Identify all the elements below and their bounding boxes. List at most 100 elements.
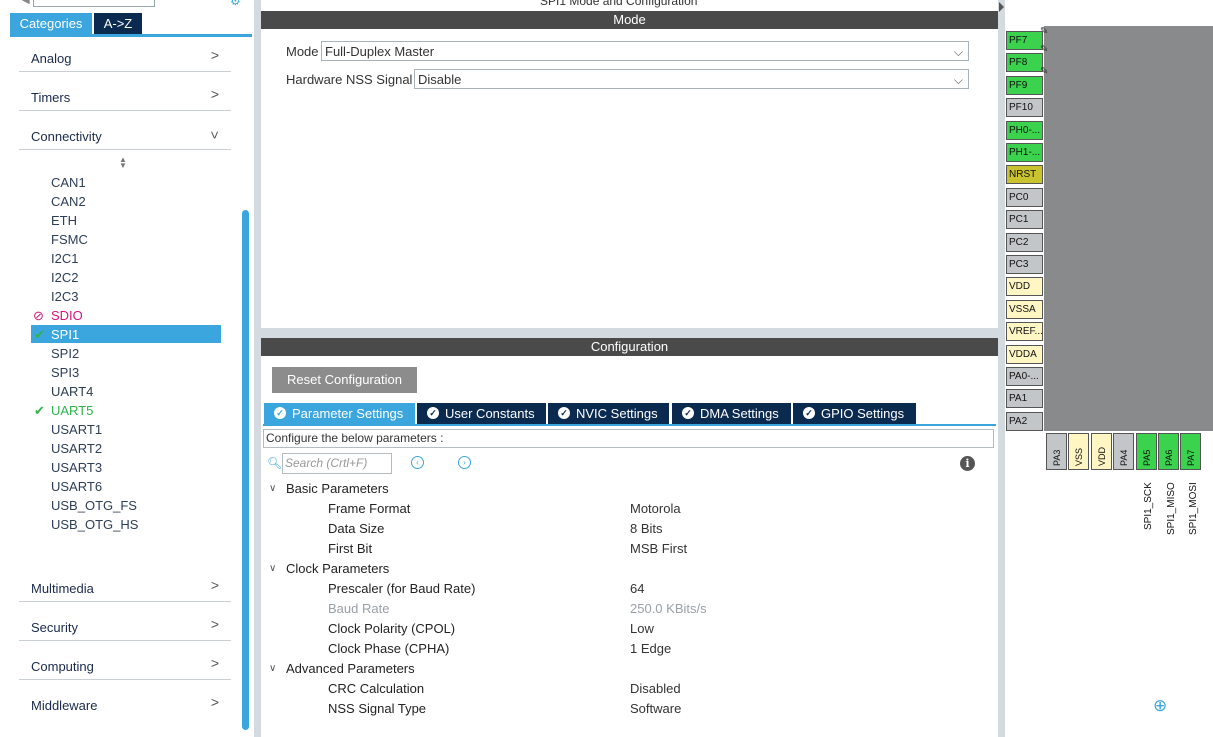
tab-label: NVIC Settings (576, 406, 658, 421)
pin-pf8[interactable]: PF8 (1006, 53, 1043, 73)
tab-nvic-settings[interactable]: ✓ NVIC Settings (548, 403, 669, 424)
previous-match-icon[interactable]: ‹ (411, 456, 424, 469)
pin-vss[interactable]: VSS (1068, 433, 1090, 470)
peripheral-i2c2[interactable]: I2C2 (51, 270, 78, 285)
signal-label-spi1-mosi: SPI1_MOSI (1188, 482, 1199, 535)
param-value[interactable]: MSB First (630, 541, 687, 556)
pin-vdda[interactable]: VDDA (1006, 344, 1043, 364)
tab-categories[interactable]: Categories (10, 13, 92, 34)
chevron-down-icon[interactable]: ∨ (269, 483, 276, 494)
pin-pf9[interactable]: PF9 (1006, 75, 1043, 95)
chevron-down-icon[interactable]: ∨ (269, 563, 276, 574)
pin-pc3[interactable]: PC3 (1006, 255, 1043, 274)
tab-user-constants[interactable]: ✓ User Constants (417, 403, 546, 424)
param-value[interactable]: Low (630, 621, 654, 636)
peripheral-uart5[interactable]: UART5 (51, 403, 93, 418)
pin-nrst[interactable]: NRST (1006, 165, 1043, 185)
param-value[interactable]: Software (630, 701, 681, 716)
info-icon[interactable]: i (960, 456, 975, 471)
tab-dma-settings[interactable]: ✓ DMA Settings (672, 403, 791, 424)
mode-select[interactable]: Full-Duplex Master ⌵ (321, 41, 969, 61)
category-connectivity[interactable]: Connectivity > (19, 117, 231, 150)
check-icon: ✔ (34, 403, 45, 418)
pin-pa6[interactable]: PA6 (1158, 433, 1179, 470)
group-basic-parameters[interactable]: Basic Parameters (286, 481, 389, 496)
peripheral-uart4[interactable]: UART4 (51, 384, 93, 399)
category-security[interactable]: Security > (19, 608, 231, 641)
pin-pc0[interactable]: PC0 (1006, 187, 1043, 207)
peripheral-i2c3[interactable]: I2C3 (51, 289, 78, 304)
pin-label: PA3 (1052, 449, 1062, 466)
param-value[interactable]: Disabled (630, 681, 681, 696)
group-advanced-parameters[interactable]: Advanced Parameters (286, 661, 415, 676)
pin-label: VSS (1074, 447, 1085, 466)
reset-configuration-button[interactable]: Reset Configuration (272, 367, 417, 393)
pin-pa7[interactable]: PA7 (1180, 433, 1202, 470)
parameter-search-input[interactable]: Search (Crtl+F) (282, 453, 392, 474)
pin-vdd[interactable]: VDD (1090, 433, 1112, 470)
param-value[interactable]: 64 (630, 581, 644, 596)
pin-pf7[interactable]: PF7 (1006, 31, 1043, 50)
next-match-icon[interactable]: › (458, 456, 471, 469)
peripheral-can1[interactable]: CAN1 (51, 175, 86, 190)
peripheral-usart2[interactable]: USART2 (51, 441, 102, 456)
pin-vdd[interactable]: VDD (1006, 277, 1043, 297)
back-arrow-icon[interactable]: ◀ (22, 0, 30, 6)
panel-splitter[interactable] (998, 0, 1005, 737)
pin-label: VDD (1096, 446, 1107, 466)
pin-pc1[interactable]: PC1 (1006, 210, 1043, 230)
category-multimedia[interactable]: Multimedia > (19, 569, 231, 602)
category-computing[interactable]: Computing > (19, 647, 231, 680)
category-label: Security (31, 620, 78, 635)
category-analog[interactable]: Analog > (19, 39, 231, 72)
category-timers[interactable]: Timers > (19, 78, 231, 111)
check-circle-icon: ✓ (682, 407, 694, 419)
peripheral-spi2[interactable]: SPI2 (51, 346, 79, 361)
chevron-down-icon[interactable]: ∨ (269, 663, 276, 674)
peripheral-eth[interactable]: ETH (51, 213, 77, 228)
pin-pa1[interactable]: PA1 (1006, 389, 1043, 409)
pin-ph0[interactable]: PH0-... (1006, 120, 1043, 140)
tab-a-to-z[interactable]: A->Z (94, 13, 142, 34)
peripheral-spi1[interactable]: SPI1 (51, 327, 79, 342)
peripheral-sdio[interactable]: SDIO (51, 308, 83, 323)
peripheral-fsmc[interactable]: FSMC (51, 232, 88, 247)
peripheral-usart1[interactable]: USART1 (51, 422, 102, 437)
pin-vssa[interactable]: VSSA (1006, 299, 1043, 319)
tab-label: Parameter Settings (292, 406, 404, 421)
group-clock-parameters[interactable]: Clock Parameters (286, 561, 389, 576)
category-search-input[interactable] (33, 0, 155, 7)
pin-pa0[interactable]: PA0-... (1006, 367, 1043, 386)
pin-pf10[interactable]: PF10 (1006, 98, 1043, 118)
pin-pa2[interactable]: PA2 (1006, 411, 1043, 431)
scrollbar-thumb[interactable] (242, 210, 249, 730)
gear-icon[interactable]: ⚙ (230, 0, 244, 8)
sort-icon[interactable]: ▲ ▼ (119, 156, 127, 170)
tab-underline (263, 424, 996, 426)
category-middleware[interactable]: Middleware > (19, 686, 231, 718)
nss-select[interactable]: Disable ⌵ (414, 69, 969, 89)
pin-ph1[interactable]: PH1-... (1006, 143, 1043, 162)
category-label: Computing (31, 659, 94, 674)
param-value[interactable]: Motorola (630, 501, 681, 516)
pin-pa3[interactable]: PA3 (1046, 433, 1067, 470)
pin-vref[interactable]: VREF... (1006, 322, 1043, 342)
pin-pa4[interactable]: PA4 (1113, 433, 1135, 470)
pin-label: PA6 (1164, 449, 1174, 466)
peripheral-spi3[interactable]: SPI3 (51, 365, 79, 380)
param-value[interactable]: 1 Edge (630, 641, 671, 656)
tab-gpio-settings[interactable]: ✓ GPIO Settings (793, 403, 916, 424)
tab-parameter-settings[interactable]: ✓ Parameter Settings (264, 403, 415, 424)
zoom-in-icon[interactable]: ⊕ (1153, 696, 1167, 716)
pin-pa5[interactable]: PA5 (1135, 433, 1157, 470)
peripheral-usart6[interactable]: USART6 (51, 479, 102, 494)
pin-pc2[interactable]: PC2 (1006, 232, 1043, 252)
peripheral-usb-otg-hs[interactable]: USB_OTG_HS (51, 517, 138, 532)
param-value[interactable]: 8 Bits (630, 521, 663, 536)
peripheral-i2c1[interactable]: I2C1 (51, 251, 78, 266)
peripheral-can2[interactable]: CAN2 (51, 194, 86, 209)
collapse-arrow-icon[interactable] (999, 2, 1004, 12)
peripheral-usb-otg-fs[interactable]: USB_OTG_FS (51, 498, 137, 513)
chevron-right-icon: > (210, 86, 219, 102)
peripheral-usart3[interactable]: USART3 (51, 460, 102, 475)
